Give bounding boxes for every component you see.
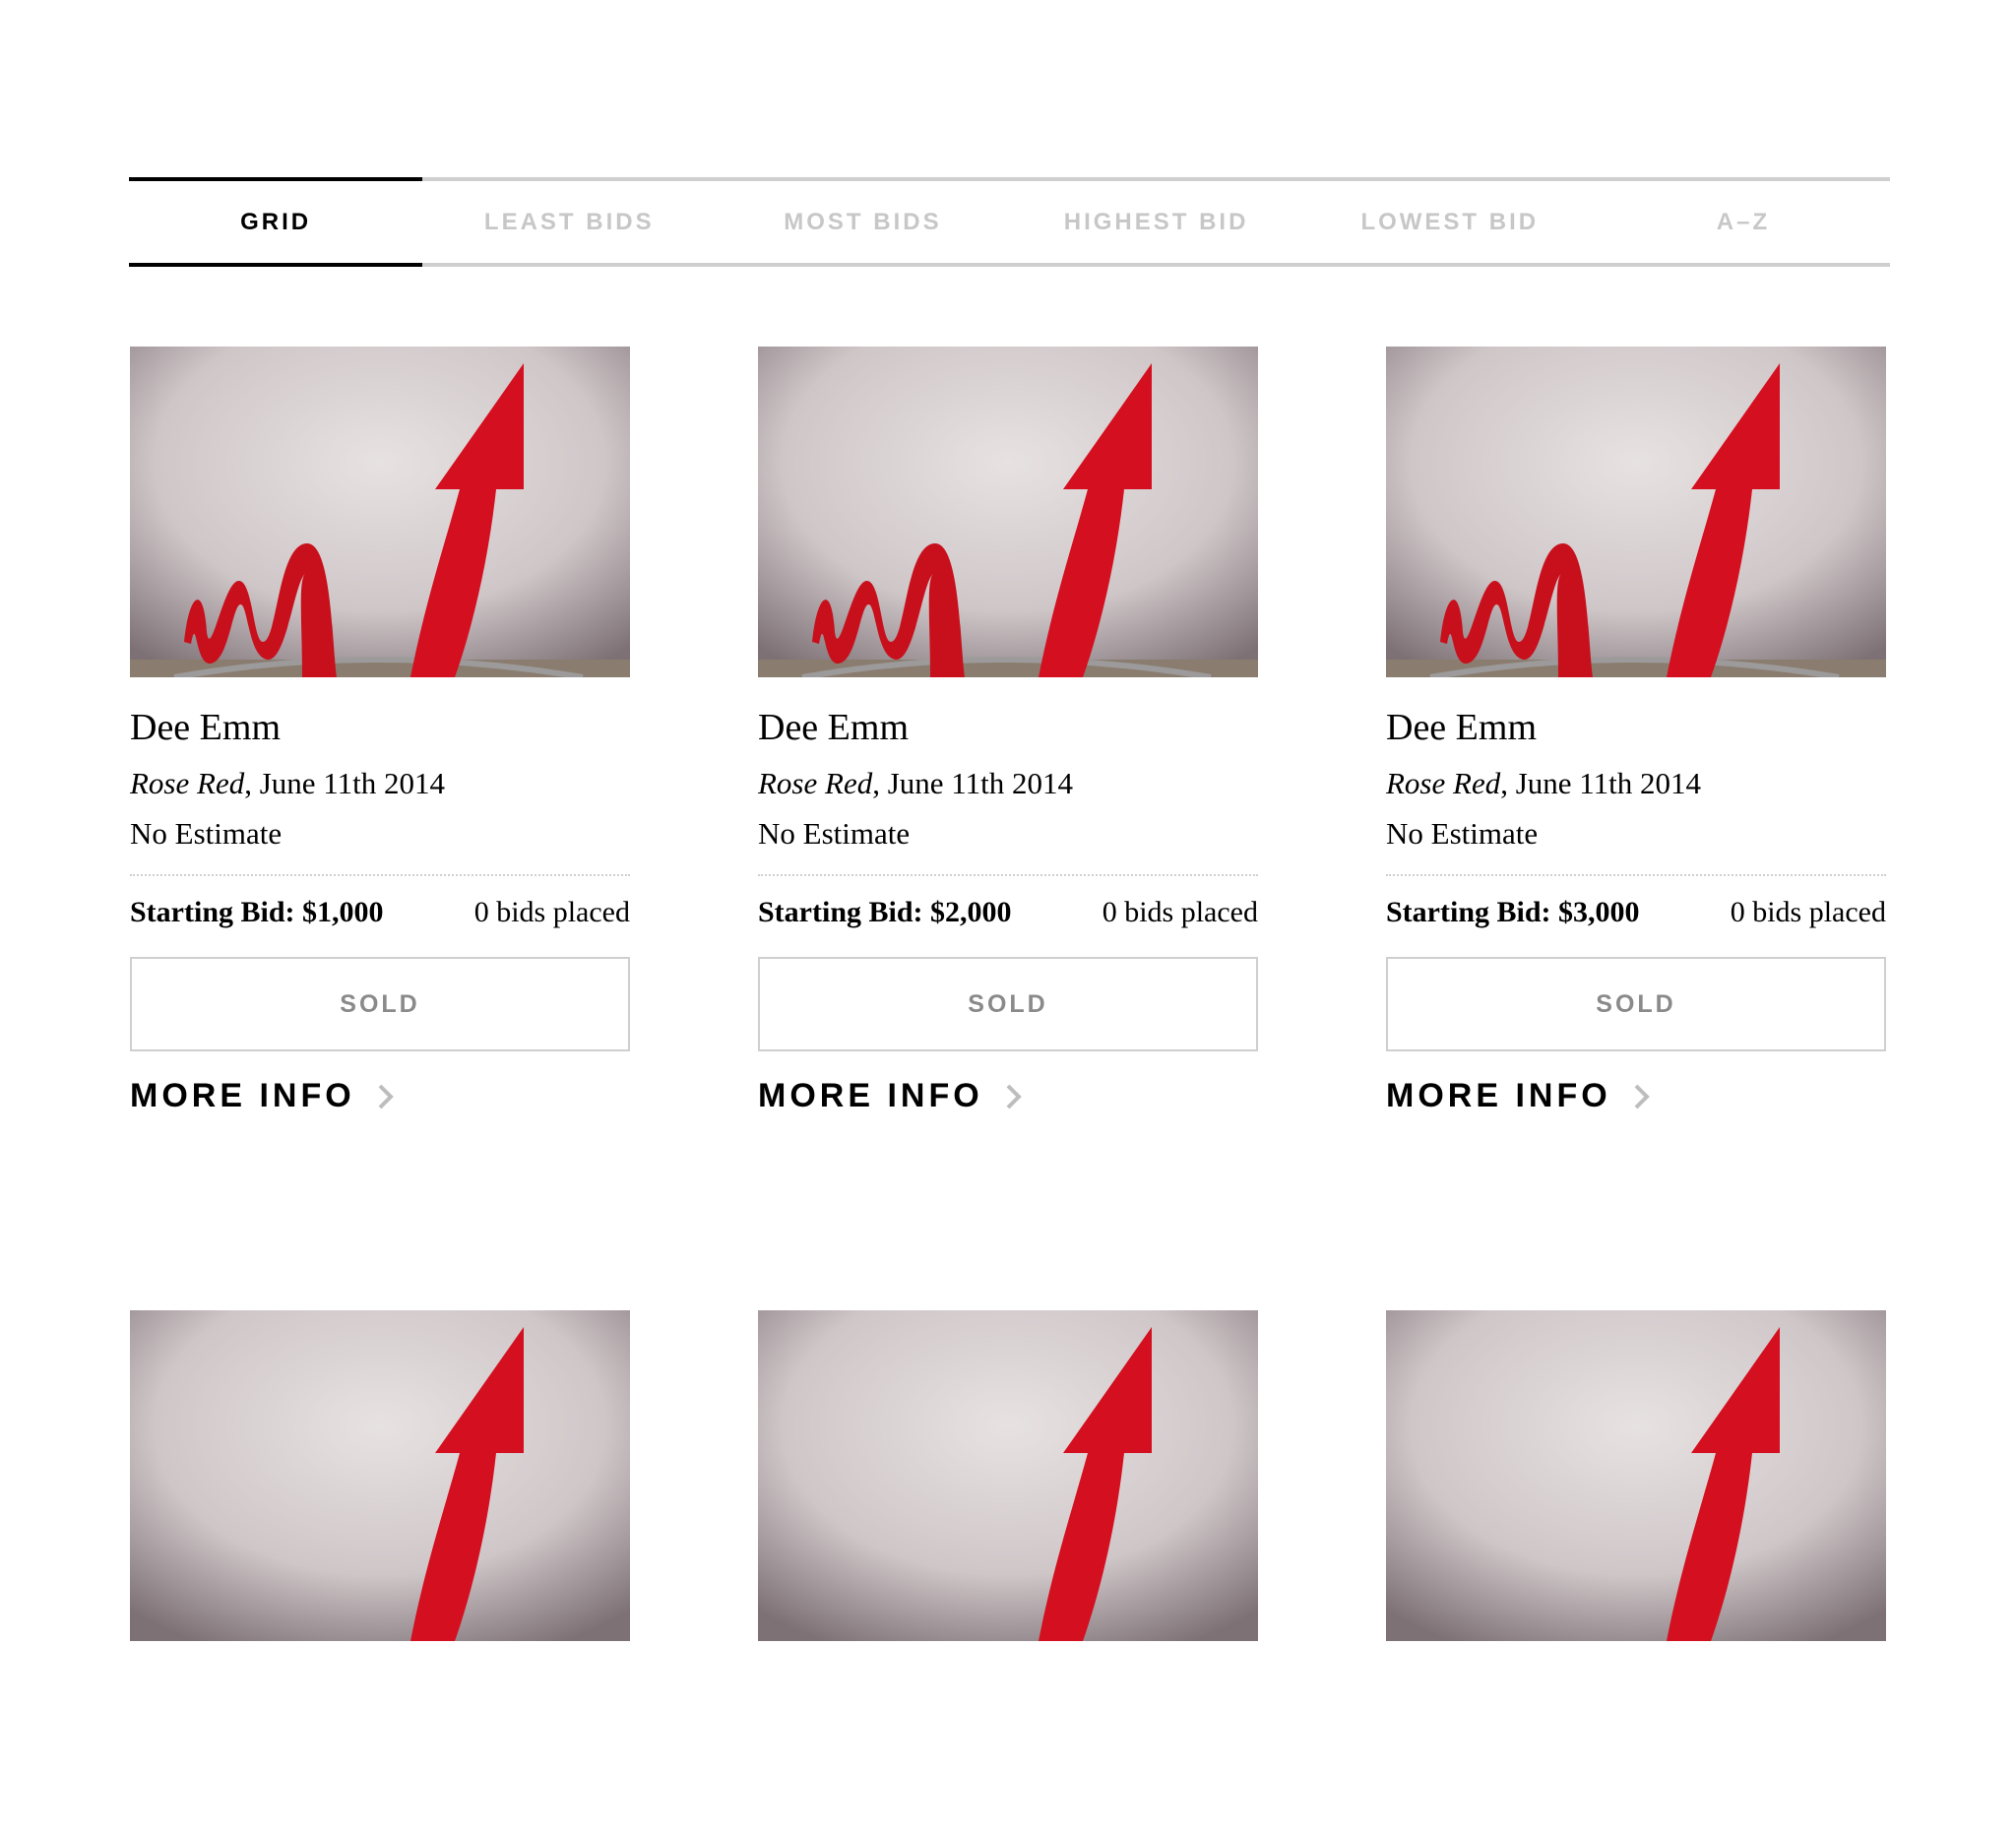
artist-name: Dee Emm	[758, 707, 910, 748]
artwork-title: Rose Red	[1386, 766, 1501, 800]
tab-a-z[interactable]: A–Z	[1597, 181, 1890, 263]
sold-button[interactable]: SOLD	[758, 957, 1258, 1051]
bid-row: Starting Bid: $1,000 0 bids placed	[130, 898, 630, 927]
more-info-label: MORE INFO	[1386, 1077, 1611, 1114]
artwork-image[interactable]	[1386, 1310, 1886, 1641]
more-info-label: MORE INFO	[758, 1077, 983, 1114]
bids-placed: 0 bids placed	[1102, 896, 1258, 928]
chevron-right-icon	[1634, 1084, 1650, 1108]
tab-lowest-bid[interactable]: LOWEST BID	[1303, 181, 1597, 263]
tab-highest-bid[interactable]: HIGHEST BID	[1010, 181, 1303, 263]
artwork-date: , June 11th 2014	[244, 766, 446, 800]
artwork-title-line: Rose Red, June 11th 2014	[130, 768, 630, 798]
lot-card: Dee Emm Rose Red, June 11th 2014 No Esti…	[130, 347, 630, 1115]
artwork-title: Rose Red	[758, 766, 873, 800]
sold-button[interactable]: SOLD	[1386, 957, 1886, 1051]
divider	[1386, 874, 1886, 876]
lot-card	[758, 1310, 1258, 1641]
lot-card	[1386, 1310, 1886, 1641]
more-info-link[interactable]: MORE INFO	[130, 1077, 630, 1115]
tab-grid[interactable]: GRID	[129, 177, 423, 267]
artwork-image[interactable]	[1386, 347, 1886, 677]
lot-grid: Dee Emm Rose Red, June 11th 2014 No Esti…	[130, 347, 1892, 1836]
starting-bid: Starting Bid: $2,000	[758, 896, 1012, 928]
artwork-title-line: Rose Red, June 11th 2014	[1386, 768, 1886, 798]
divider	[130, 874, 630, 876]
artist-name: Dee Emm	[1386, 707, 1538, 748]
chevron-right-icon	[1006, 1084, 1022, 1108]
starting-bid: Starting Bid: $3,000	[1386, 896, 1640, 928]
lot-card	[130, 1310, 630, 1641]
artist-name: Dee Emm	[130, 707, 282, 748]
artwork-date: , June 11th 2014	[872, 766, 1074, 800]
lot-card: Dee Emm Rose Red, June 11th 2014 No Esti…	[1386, 347, 1886, 1115]
lot-row: Dee Emm Rose Red, June 11th 2014 No Esti…	[130, 347, 1892, 1115]
artwork-image[interactable]	[758, 347, 1258, 677]
bid-row: Starting Bid: $2,000 0 bids placed	[758, 898, 1258, 927]
starting-bid: Starting Bid: $1,000	[130, 896, 384, 928]
more-info-link[interactable]: MORE INFO	[758, 1077, 1258, 1115]
artwork-image[interactable]	[130, 1310, 630, 1641]
chevron-right-icon	[378, 1084, 394, 1108]
artwork-date: , June 11th 2014	[1500, 766, 1702, 800]
bid-row: Starting Bid: $3,000 0 bids placed	[1386, 898, 1886, 927]
estimate: No Estimate	[130, 816, 283, 851]
estimate: No Estimate	[1386, 816, 1539, 851]
more-info-link[interactable]: MORE INFO	[1386, 1077, 1886, 1115]
bids-placed: 0 bids placed	[473, 896, 630, 928]
divider	[758, 874, 1258, 876]
tab-least-bids[interactable]: LEAST BIDS	[422, 181, 716, 263]
artwork-title-line: Rose Red, June 11th 2014	[758, 768, 1258, 798]
bids-placed: 0 bids placed	[1730, 896, 1886, 928]
lot-row	[130, 1310, 1892, 1641]
sort-tabs: GRID LEAST BIDS MOST BIDS HIGHEST BID LO…	[129, 177, 1890, 267]
sold-button[interactable]: SOLD	[130, 957, 630, 1051]
artwork-image[interactable]	[758, 1310, 1258, 1641]
estimate: No Estimate	[758, 816, 911, 851]
artwork-title: Rose Red	[130, 766, 245, 800]
artwork-image[interactable]	[130, 347, 630, 677]
tab-most-bids[interactable]: MOST BIDS	[716, 181, 1009, 263]
more-info-label: MORE INFO	[130, 1077, 355, 1114]
lot-card: Dee Emm Rose Red, June 11th 2014 No Esti…	[758, 347, 1258, 1115]
